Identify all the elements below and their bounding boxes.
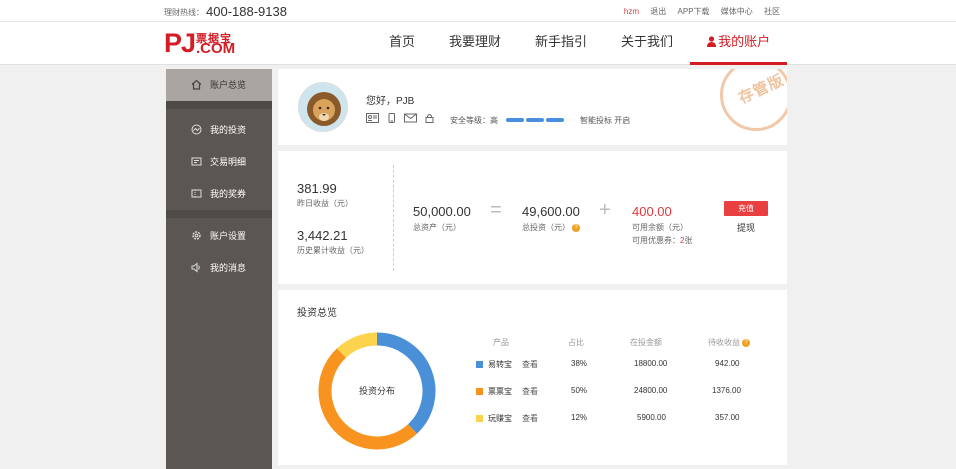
sidebar-item-transactions[interactable]: 交易明细 xyxy=(166,146,272,178)
lock-icon[interactable] xyxy=(423,113,436,123)
income: 942.00 xyxy=(715,359,740,368)
ratio: 50% xyxy=(571,386,588,395)
legend-swatch xyxy=(476,361,483,368)
available-coupons: 可用优惠券：2张 xyxy=(632,236,693,245)
income: 357.00 xyxy=(715,413,740,422)
legend-swatch xyxy=(476,388,483,395)
sidebar: 账户总览 我的投资 交易明细 我的奖券 账户设置 我的消息 xyxy=(166,69,272,469)
amount: 5900.00 xyxy=(637,413,666,422)
total-assets-label: 总资产（元） xyxy=(413,223,461,232)
hotline-label: 理财热线： xyxy=(164,8,204,17)
header: PJ 票据宝 .COM 首页 我要理财 新手指引 关于我们 我的账户 xyxy=(0,22,956,65)
community-link[interactable]: 社区 xyxy=(764,7,780,16)
media-center-link[interactable]: 媒体中心 xyxy=(721,7,753,16)
amount: 18800.00 xyxy=(634,359,668,368)
sidebar-divider xyxy=(166,210,272,218)
gear-icon xyxy=(192,231,201,240)
ratio: 38% xyxy=(571,359,588,368)
logo[interactable]: PJ 票据宝 .COM xyxy=(164,28,244,58)
greeting: 您好，PJB xyxy=(366,96,415,107)
verification-icons xyxy=(366,113,436,123)
phone-icon[interactable] xyxy=(385,113,398,123)
user-icon xyxy=(707,36,717,47)
email-icon[interactable] xyxy=(404,113,417,123)
sidebar-item-investments[interactable]: 我的投资 xyxy=(166,114,272,146)
help-icon[interactable]: ? xyxy=(572,223,580,232)
overview-title: 投资总览 xyxy=(297,308,337,319)
sidebar-item-settings[interactable]: 账户设置 xyxy=(166,220,272,252)
dashed-divider xyxy=(393,165,394,271)
legend-swatch xyxy=(476,415,483,422)
total-assets-value: 50,000.00 xyxy=(413,204,471,219)
view-link[interactable]: 查看 xyxy=(522,413,538,424)
view-link[interactable]: 查看 xyxy=(522,386,538,397)
app-download-link[interactable]: APP下载 xyxy=(678,7,710,16)
nav-about[interactable]: 关于我们 xyxy=(604,22,690,65)
product-name: 易转宝 xyxy=(488,360,512,369)
help-icon[interactable]: ? xyxy=(742,338,750,347)
yesterday-earnings-label: 昨日收益（元） xyxy=(297,199,353,208)
security-level: 安全等级：高 xyxy=(450,116,498,125)
lion-avatar-image xyxy=(299,83,347,131)
col-header-ratio: 占比 xyxy=(568,338,584,347)
detail-icon xyxy=(191,157,202,166)
investment-distribution-chart: 投资分布 xyxy=(318,332,436,450)
product-name: 票票宝 xyxy=(488,387,512,396)
smart-bid-status[interactable]: 智能投标 开启 xyxy=(580,115,630,126)
sidebar-item-messages[interactable]: 我的消息 xyxy=(166,252,272,284)
username-link[interactable]: hzm xyxy=(624,7,639,16)
main-nav: 首页 我要理财 新手指引 关于我们 我的账户 xyxy=(372,22,788,65)
col-header-amount: 在投金额 xyxy=(630,338,662,347)
view-link[interactable]: 查看 xyxy=(522,359,538,370)
amount: 24800.00 xyxy=(634,386,668,395)
recharge-button[interactable]: 充值 xyxy=(724,201,768,216)
invest-icon xyxy=(191,124,202,135)
donut-slice-1 xyxy=(376,332,436,434)
nav-invest[interactable]: 我要理财 xyxy=(432,22,518,65)
equals-sign: = xyxy=(490,199,502,221)
donut-center-label: 投资分布 xyxy=(359,385,395,396)
custody-stamp: 存管版 xyxy=(720,69,787,131)
available-balance-value: 400.00 xyxy=(632,204,672,219)
hotline-number: 400-188-9138 xyxy=(206,4,287,19)
yesterday-earnings-value: 381.99 xyxy=(297,181,337,196)
nav-my-account[interactable]: 我的账户 xyxy=(690,22,788,65)
speaker-icon xyxy=(191,262,200,273)
nav-guide[interactable]: 新手指引 xyxy=(518,22,604,65)
sidebar-item-coupons[interactable]: 我的奖券 xyxy=(166,178,272,210)
avatar[interactable] xyxy=(298,82,348,132)
history-earnings-label: 历史累计收益（元） xyxy=(297,246,369,255)
home-icon xyxy=(191,79,202,90)
col-header-income: 待收收益? xyxy=(708,337,750,348)
sidebar-item-overview[interactable]: 账户总览 xyxy=(166,69,272,101)
total-investment-value: 49,600.00 xyxy=(522,204,580,219)
hotline: 理财热线： 400-188-9138 xyxy=(164,3,287,19)
security-level-bar xyxy=(506,118,564,122)
plus-sign: + xyxy=(599,199,611,221)
id-card-icon[interactable] xyxy=(366,113,379,123)
withdraw-link[interactable]: 提现 xyxy=(724,221,768,234)
nav-home[interactable]: 首页 xyxy=(372,22,432,65)
donut-slice-2 xyxy=(318,348,418,450)
donut-slice-3 xyxy=(336,332,378,359)
available-balance-label: 可用余额（元） xyxy=(632,223,688,232)
top-links: hzm 退出 APP下载 媒体中心 社区 xyxy=(615,6,780,17)
coupon-icon xyxy=(191,189,202,198)
ratio: 12% xyxy=(571,413,588,422)
col-header-product: 产品 xyxy=(493,338,509,347)
total-investment-label: 总投资（元）? xyxy=(522,222,580,233)
product-name: 玩赚宝 xyxy=(488,414,512,423)
investment-overview-card: 投资总览 投资分布 产品 占比 在投金额 待收收益? 易转宝 查看 38% 18… xyxy=(278,290,787,465)
history-earnings-value: 3,442.21 xyxy=(297,228,348,243)
asset-summary-card: 381.99 昨日收益（元） 3,442.21 历史累计收益（元） 50,000… xyxy=(278,151,787,284)
sidebar-divider xyxy=(166,101,272,109)
profile-card: 您好，PJB 安全等级：高 智能投标 开启 存管版 xyxy=(278,69,787,145)
top-bar: 理财热线： 400-188-9138 hzm 退出 APP下载 媒体中心 社区 xyxy=(0,0,956,22)
logout-link[interactable]: 退出 xyxy=(650,7,666,16)
income: 1376.00 xyxy=(712,386,741,395)
